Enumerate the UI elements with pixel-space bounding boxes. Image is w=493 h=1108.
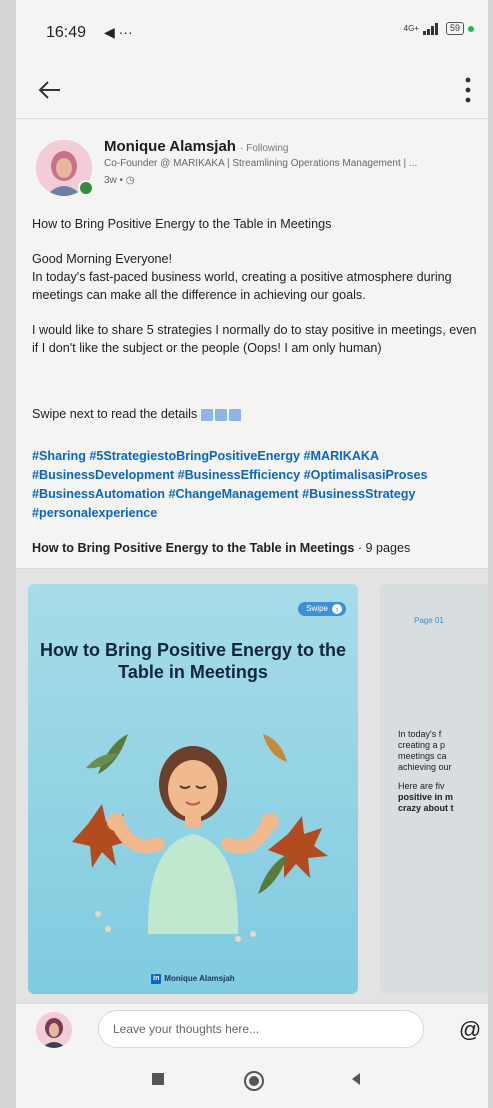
recent-apps-icon[interactable] xyxy=(148,1069,168,1089)
carousel-card-cover[interactable]: Swipe How to Bring Positive Energy to th… xyxy=(28,584,358,994)
down-arrows-emoji-icon xyxy=(200,408,241,421)
document-page-count: · 9 pages xyxy=(354,541,411,555)
post-swipe-line: Swipe next to read the details xyxy=(32,405,482,423)
author-name-text: Monique Alamsjah xyxy=(104,138,236,155)
comment-bar: Leave your thoughts here... @ xyxy=(16,1003,488,1056)
page-label: Page 01 xyxy=(414,616,444,625)
page-1-line: positive in m xyxy=(398,792,454,802)
status-time: 16:49 xyxy=(46,24,87,41)
post-paragraph-2: I would like to share 5 strategies I nor… xyxy=(32,323,477,355)
post-title-line: How to Bring Positive Energy to the Tabl… xyxy=(32,217,332,231)
linkedin-logo-icon: in xyxy=(151,974,162,984)
back-triangle-icon[interactable] xyxy=(346,1069,366,1089)
battery-icon: 59 xyxy=(445,22,464,35)
cover-author-name: Monique Alamsjah xyxy=(164,974,235,984)
document-title-text: How to Bring Positive Energy to the Tabl… xyxy=(32,541,355,555)
signal-icon xyxy=(422,22,438,35)
page-1-line: crazy about t xyxy=(398,803,454,813)
cover-title: How to Bring Positive Energy to the Tabl… xyxy=(39,640,347,682)
document-carousel[interactable]: Swipe How to Bring Positive Energy to th… xyxy=(16,568,488,1004)
more-options-icon[interactable] xyxy=(458,72,478,108)
carousel-card-page-1[interactable]: Page 01 In today's f creating a p meetin… xyxy=(380,584,488,994)
back-arrow-icon[interactable] xyxy=(34,74,66,106)
document-title[interactable]: How to Bring Positive Energy to the Tabl… xyxy=(32,541,410,555)
post-greeting: Good Morning Everyone! xyxy=(32,252,173,266)
page-1-line: achieving our xyxy=(398,762,452,772)
author-headline: Co-Founder @ MARIKAKA | Streamlining Ope… xyxy=(104,158,418,169)
page-1-line: meetings ca xyxy=(398,751,447,761)
phone-screen: 16:49 ◀ ··· 4G+ 59 Monique Alamsjah · Fo… xyxy=(16,0,488,1108)
mention-at-icon[interactable]: @ xyxy=(452,1012,488,1048)
page-1-line: In today's f xyxy=(398,729,442,739)
status-right: 4G+ 59 xyxy=(404,22,474,35)
my-avatar[interactable] xyxy=(36,1012,72,1048)
page-1-line: creating a p xyxy=(398,740,446,750)
post-time: 3w • ◷ xyxy=(104,175,135,186)
page-1-line: Here are fiv xyxy=(398,781,445,791)
top-nav xyxy=(16,60,488,119)
author-name[interactable]: Monique Alamsjah · Following xyxy=(104,138,289,155)
status-extra-icons: ◀ ··· xyxy=(104,24,133,40)
system-nav-bar xyxy=(16,1055,488,1108)
follow-status: · Following xyxy=(240,143,289,154)
cover-author: in Monique Alamsjah xyxy=(28,974,358,984)
notification-dot-icon xyxy=(468,25,474,32)
post-paragraph-1: In today's fast-paced business world, cr… xyxy=(32,270,452,302)
comment-input[interactable]: Leave your thoughts here... xyxy=(98,1010,424,1048)
my-avatar-image xyxy=(36,1012,72,1048)
network-label: 4G+ xyxy=(403,23,419,33)
page-1-text: In today's f creating a p meetings ca ac… xyxy=(398,729,488,773)
post-hashtags[interactable]: #Sharing #5StrategiestoBringPositiveEner… xyxy=(32,447,482,523)
page-1-text-2: Here are fiv positive in m crazy about t xyxy=(398,781,488,814)
online-status-icon xyxy=(78,180,94,196)
meditating-woman-illustration xyxy=(72,734,328,942)
status-bar: 16:49 ◀ ··· 4G+ 59 xyxy=(16,0,488,60)
swipe-badge: Swipe xyxy=(298,602,346,616)
swipe-text: Swipe next to read the details xyxy=(32,407,198,421)
home-icon[interactable] xyxy=(242,1069,266,1093)
